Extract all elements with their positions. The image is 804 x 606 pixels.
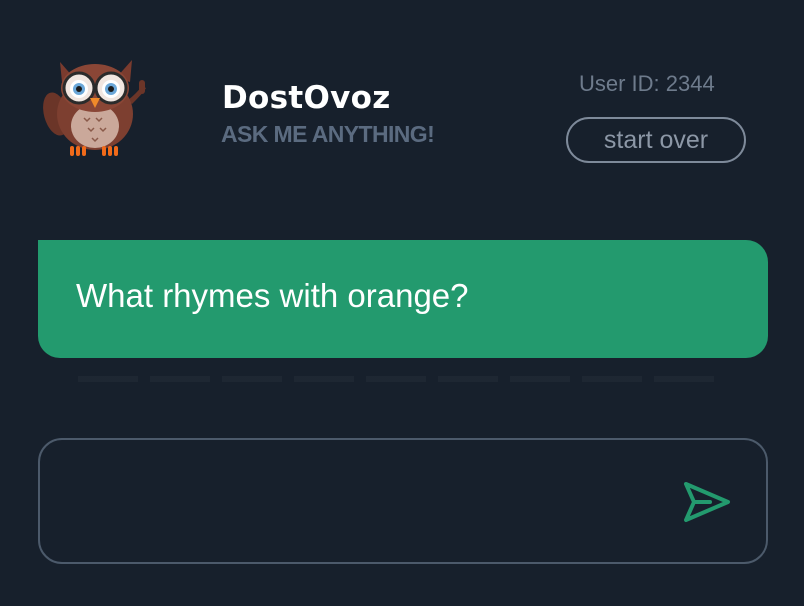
app-subtitle: ASK ME ANYTHING! bbox=[221, 121, 435, 147]
chat-composer bbox=[38, 438, 768, 564]
owl-mascot-icon bbox=[40, 52, 150, 160]
chat-input[interactable] bbox=[60, 476, 664, 528]
user-message-text: What rhymes with orange? bbox=[76, 277, 469, 314]
send-icon bbox=[684, 482, 730, 522]
user-message-bubble: What rhymes with orange? bbox=[38, 240, 768, 358]
response-loading-placeholder bbox=[78, 376, 718, 382]
app-title: DostOvoz bbox=[222, 80, 391, 116]
send-button[interactable] bbox=[680, 476, 734, 528]
start-over-button[interactable]: start over bbox=[566, 117, 746, 163]
chat-app: DostOvoz ASK ME ANYTHING! User ID: 2344 … bbox=[0, 0, 804, 606]
user-id-label: User ID: 2344 bbox=[579, 71, 715, 96]
